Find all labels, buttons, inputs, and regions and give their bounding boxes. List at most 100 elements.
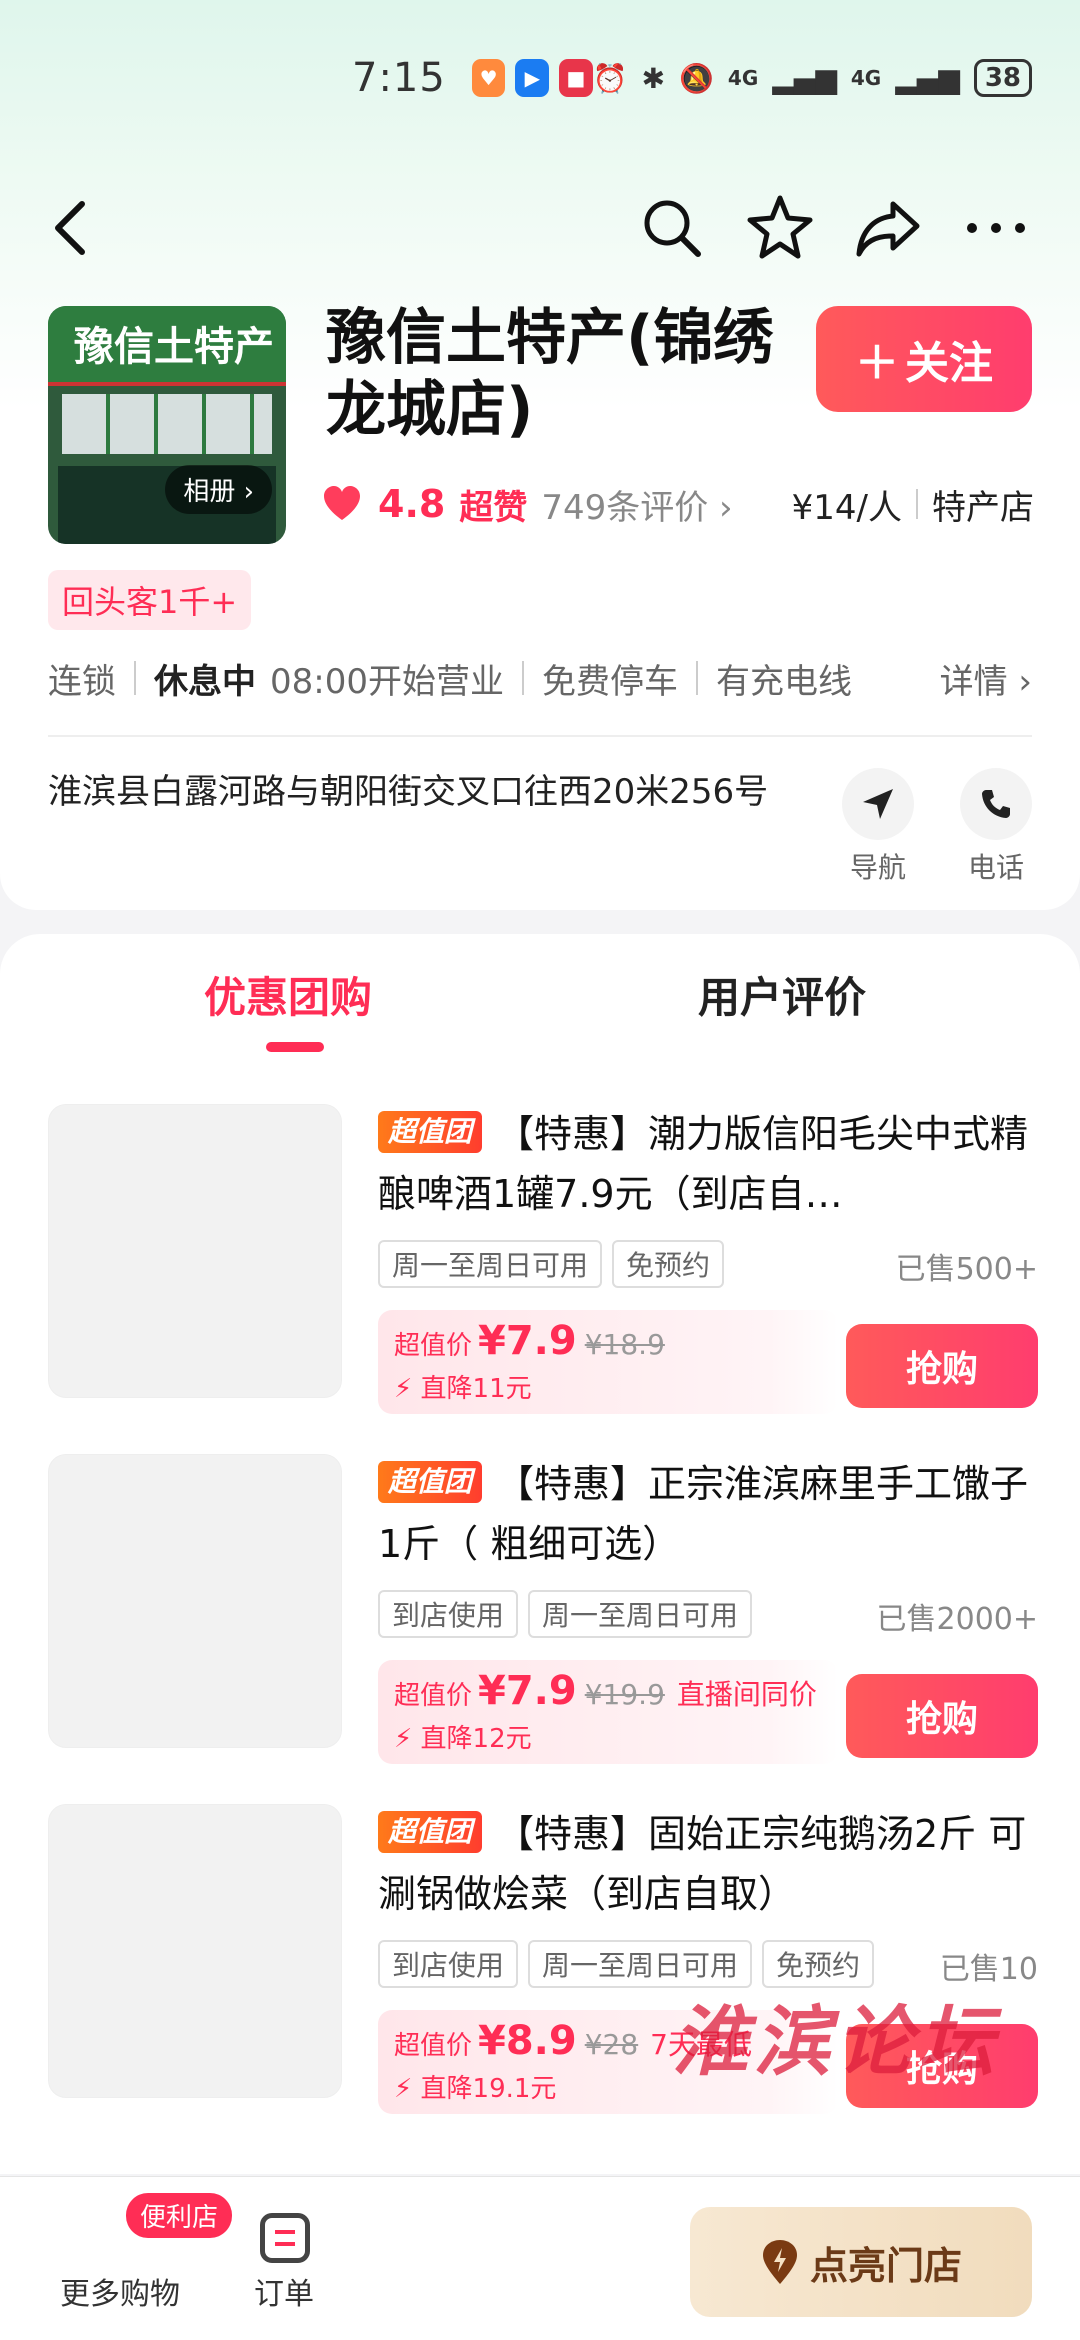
divider xyxy=(916,489,918,519)
signal-bars-icon-1: ▂▄▆ xyxy=(772,61,837,95)
deal-thumbnail xyxy=(48,1104,342,1398)
deal-thumbnail xyxy=(48,1804,342,2098)
price-note: 直播间同价 xyxy=(676,1678,817,1711)
share-icon[interactable] xyxy=(848,188,928,268)
discount-amount: 直降11元 xyxy=(420,1374,532,1404)
sold-count: 已售2000+ xyxy=(876,1602,1038,1637)
favorite-star-icon[interactable] xyxy=(740,188,820,268)
buy-button[interactable]: 抢购 xyxy=(846,1674,1038,1758)
heart-icon xyxy=(324,486,360,520)
review-count-link[interactable]: 749条评价 › xyxy=(541,480,732,529)
rating-score: 4.8 xyxy=(378,482,446,526)
store-sign: 豫信土特产 xyxy=(48,306,286,386)
status-time: 7:15 xyxy=(352,55,446,101)
convenience-store-badge[interactable]: 便利店 xyxy=(126,2193,233,2238)
return-customer-badge: 回头客1千+ xyxy=(48,570,252,630)
current-price: ¥7.9 xyxy=(478,1668,577,1714)
huawei-app-icon: ■ xyxy=(559,59,593,97)
back-icon[interactable] xyxy=(30,188,110,268)
lightning-icon: ⚡ xyxy=(394,1724,413,1754)
navigate-button[interactable]: 导航 xyxy=(830,768,926,886)
buy-button[interactable]: 抢购 xyxy=(846,1324,1038,1408)
phone-icon xyxy=(960,768,1032,840)
bottom-bar: 便利店 更多购物 订单 点亮门店 xyxy=(0,2176,1080,2340)
chain-label: 连锁 xyxy=(48,661,116,702)
current-price: ¥8.9 xyxy=(478,2018,577,2064)
discount-amount: 直降12元 xyxy=(420,1724,532,1754)
super-value-badge: 超值团 xyxy=(378,1811,483,1853)
call-label: 电话 xyxy=(967,851,1024,884)
album-button[interactable]: 相册 › xyxy=(165,465,272,514)
navigation-arrow-icon xyxy=(842,768,914,840)
bluetooth-icon: ✱ xyxy=(641,61,666,95)
header-divider xyxy=(48,735,1032,737)
follow-label: 关注 xyxy=(905,338,993,389)
status-bar: 7:15 ♥ ▶ ■ ⏰ ✱ 🔕 4G ▂▄▆ 4G ▂▄▆ 38 xyxy=(0,40,1080,116)
sold-count: 已售500+ xyxy=(895,1252,1038,1287)
deal-thumbnail xyxy=(48,1454,342,1748)
search-icon[interactable] xyxy=(632,188,712,268)
tab-group-deals[interactable]: 优惠团购 xyxy=(204,964,372,1025)
lightning-icon: ⚡ xyxy=(394,2074,413,2104)
deal-tag: 周一至周日可用 xyxy=(528,1590,753,1638)
deal-tags: 到店使用 周一至周日可用 xyxy=(378,1590,753,1638)
store-photo[interactable]: 豫信土特产 相册 › xyxy=(48,306,286,544)
store-name: 豫信土特产(锦绣龙城店) xyxy=(326,303,774,445)
store-info-row[interactable]: 连锁 休息中 08:00开始营业 免费停车 有充电线 详情 › xyxy=(48,648,1032,708)
parking-label: 免费停车 xyxy=(541,661,678,702)
active-tab-indicator xyxy=(266,1042,324,1052)
deal-item[interactable]: 超值团 【特惠】正宗淮滨麻里手工馓子1斤（ 粗细可选） 到店使用 周一至周日可用 … xyxy=(48,1454,1038,1764)
light-up-label: 点亮门店 xyxy=(809,2243,962,2288)
signal-1-icon: 4G xyxy=(727,66,759,90)
tab-user-reviews[interactable]: 用户评价 xyxy=(698,964,866,1025)
top-nav xyxy=(0,188,1080,268)
call-button[interactable]: 电话 xyxy=(948,768,1044,886)
light-up-store-button[interactable]: 点亮门店 xyxy=(690,2207,1032,2317)
discount-amount: 直降19.1元 xyxy=(420,2074,557,2104)
signal-bars-icon-2: ▂▄▆ xyxy=(895,61,960,95)
more-shopping-button[interactable]: 更多购物 xyxy=(60,2269,180,2313)
lightning-icon: ⚡ xyxy=(394,1374,413,1404)
super-value-badge: 超值团 xyxy=(378,1461,483,1503)
plus-icon: ＋ xyxy=(855,338,899,389)
battery-icon: 38 xyxy=(973,59,1033,97)
original-price: ¥19.9 xyxy=(584,1678,665,1711)
deal-title: 超值团 【特惠】正宗淮滨麻里手工馓子1斤（ 粗细可选） xyxy=(378,1461,1029,1566)
price-box: 超值价 ¥7.9 ¥18.9 ⚡ 直降11元 xyxy=(378,1310,838,1414)
price-per-person: ¥14/人 xyxy=(791,487,902,528)
price-label: 超值价 xyxy=(394,1681,473,1711)
current-price: ¥7.9 xyxy=(478,1318,577,1364)
order-icon[interactable] xyxy=(260,2213,310,2263)
store-app-icon: ▶ xyxy=(515,59,550,97)
orders-button[interactable]: 订单 xyxy=(254,2269,314,2313)
original-price: ¥18.9 xyxy=(584,1328,665,1361)
store-category: 特产店 xyxy=(932,487,1034,528)
deal-title: 超值团 【特惠】固始正宗纯鹅汤2斤 可涮锅做烩菜（到店自取） xyxy=(378,1811,1027,1916)
price-label: 超值价 xyxy=(394,2031,473,2061)
divider xyxy=(521,661,524,695)
deal-tag: 周一至周日可用 xyxy=(378,1240,603,1288)
divider xyxy=(695,661,698,695)
album-label: 相册 xyxy=(183,477,236,507)
follow-button[interactable]: ＋关注 xyxy=(816,306,1032,412)
signal-2-icon: 4G xyxy=(850,66,882,90)
location-pin-icon xyxy=(762,2240,797,2284)
rating-row: 4.8 超赞 749条评价 › ¥14/人 特产店 xyxy=(322,476,1034,532)
rating-word: 超赞 xyxy=(459,487,528,528)
health-app-icon: ♥ xyxy=(471,59,506,97)
deal-title: 超值团 【特惠】潮力版信阳毛尖中式精酿啤酒1罐7.9元（到店自… xyxy=(378,1111,1029,1216)
deal-item[interactable]: 超值团 【特惠】潮力版信阳毛尖中式精酿啤酒1罐7.9元（到店自… 周一至周日可用 … xyxy=(48,1104,1038,1414)
divider xyxy=(134,661,136,695)
price-label: 超值价 xyxy=(394,1331,473,1361)
deal-tags: 周一至周日可用 免预约 xyxy=(378,1240,725,1288)
deal-tag: 免预约 xyxy=(612,1240,725,1288)
business-hours: 08:00开始营业 xyxy=(270,661,504,702)
original-price: ¥28 xyxy=(584,2028,639,2061)
details-link[interactable]: 详情 › xyxy=(940,654,1032,703)
charging-label: 有充电线 xyxy=(715,661,852,702)
forum-watermark: 淮滨论坛 xyxy=(672,1997,1000,2086)
more-icon[interactable] xyxy=(956,188,1036,268)
super-value-badge: 超值团 xyxy=(378,1111,483,1153)
deal-tag: 到店使用 xyxy=(378,1590,519,1638)
store-address[interactable]: 淮滨县白露河路与朝阳街交叉口往西20米256号 xyxy=(48,766,788,818)
